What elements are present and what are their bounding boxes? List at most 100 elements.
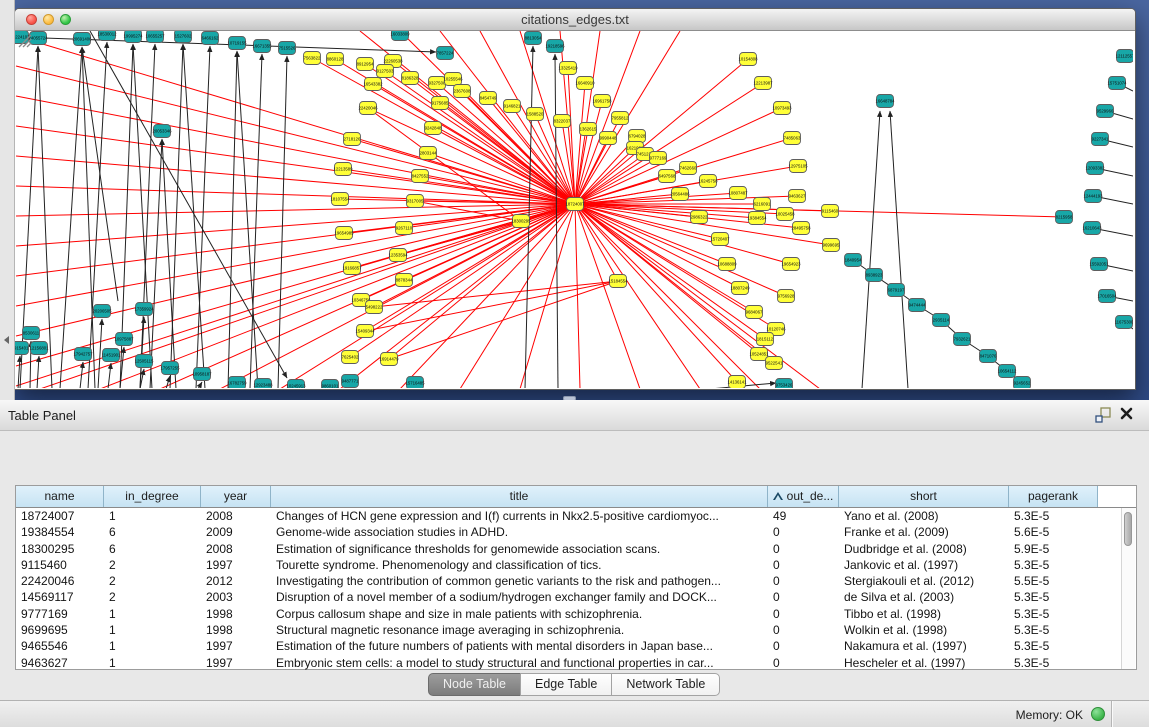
graph-node[interactable]: 7485063 [784, 132, 801, 145]
table-cell[interactable]: 5.3E-5 [1009, 557, 1098, 573]
graph-node[interactable]: 19654923 [781, 258, 801, 271]
memory-ok-icon[interactable] [1091, 707, 1105, 721]
table-cell[interactable]: Jankovic et al. (1997) [839, 557, 1009, 573]
table-cell[interactable]: Stergiakouli et al. (2012) [839, 573, 1009, 589]
graph-node[interactable]: 1527602 [175, 31, 192, 43]
graph-node[interactable]: 17942757 [73, 348, 93, 361]
graph-node[interactable]: 16543382 [363, 78, 383, 91]
table-cell[interactable]: Tibbo et al. (1998) [839, 606, 1009, 622]
table-cell[interactable]: Corpus callosum shape and size in male p… [271, 606, 768, 622]
graph-node[interactable]: 15716485 [405, 377, 425, 389]
graph-node[interactable]: 10655257 [145, 31, 165, 43]
table-cell[interactable]: Changes of HCN gene expression and I(f) … [271, 508, 768, 524]
table-cell[interactable]: 6 [104, 541, 201, 557]
graph-node[interactable]: 19166857 [342, 262, 362, 275]
graph-node[interactable]: 6216091 [754, 198, 771, 211]
table-cell[interactable]: 2003 [201, 589, 271, 605]
table-row[interactable]: 1938455462009Genome-wide association stu… [16, 524, 1136, 540]
graph-node[interactable]: 9753426 [776, 379, 793, 389]
graph-node[interactable]: 6497568 [659, 170, 676, 183]
graph-node[interactable]: 9227341 [1092, 133, 1109, 146]
citation-network-graph[interactable]: 2405572420691406185300121999527410655257… [15, 31, 1133, 388]
column-header-short[interactable]: short [839, 486, 1009, 507]
table-cell[interactable]: 9777169 [16, 606, 104, 622]
graph-node[interactable]: 19995274 [123, 31, 143, 43]
table-cell[interactable]: 5.3E-5 [1009, 638, 1098, 654]
table-cell[interactable]: Nakamura et al. (1997) [839, 638, 1009, 654]
graph-node[interactable]: 15720407 [710, 233, 730, 246]
table-cell[interactable]: 0 [768, 589, 839, 605]
graph-node[interactable]: 16782759 [227, 377, 247, 389]
graph-node[interactable]: 18724007 [565, 198, 585, 211]
graph-node[interactable]: 8813054 [525, 32, 542, 45]
table-cell[interactable]: 9115460 [16, 557, 104, 573]
table-cell[interactable]: 0 [768, 541, 839, 557]
table-cell[interactable]: 18724007 [16, 508, 104, 524]
table-row[interactable]: 1872400712008Changes of HCN gene express… [16, 508, 1136, 524]
graph-node[interactable]: 18300295 [511, 215, 531, 228]
graph-node[interactable]: 10807487 [728, 187, 748, 200]
graph-node[interactable]: 17016504 [1097, 290, 1117, 303]
table-cell[interactable]: 1 [104, 638, 201, 654]
graph-node[interactable]: 10688809 [717, 258, 737, 271]
graph-node[interactable]: 17359924 [134, 303, 154, 316]
graph-node[interactable]: 11451901 [102, 349, 121, 362]
graph-node[interactable]: 10154808 [738, 53, 758, 66]
graph-node[interactable]: 6794028 [629, 130, 646, 143]
graph-node[interactable]: 8322037 [554, 115, 571, 128]
graph-node[interactable]: 9317005 [407, 195, 424, 208]
table-cell[interactable]: 1 [104, 508, 201, 524]
graph-node[interactable]: 16640910 [575, 77, 595, 90]
table-cell[interactable]: 9465546 [16, 638, 104, 654]
table-cell[interactable]: de Silva et al. (2003) [839, 589, 1009, 605]
table-cell[interactable]: Estimation of significance thresholds fo… [271, 541, 768, 557]
graph-node[interactable]: 9990448 [600, 132, 617, 145]
table-cell[interactable]: 9699695 [16, 622, 104, 638]
table-row[interactable]: 911546021997Tourette syndrome. Phenomeno… [16, 557, 1136, 573]
table-cell[interactable]: 5.3E-5 [1009, 606, 1098, 622]
graph-node[interactable]: 8530611 [23, 327, 40, 340]
table-row[interactable]: 1830029562008Estimation of significance … [16, 541, 1136, 557]
close-panel-icon[interactable] [1119, 406, 1139, 424]
graph-node[interactable]: 12213589 [333, 163, 353, 176]
collapse-left-icon[interactable] [4, 336, 9, 344]
graph-node[interactable]: 16671355 [252, 40, 272, 53]
graph-node[interactable]: 9267110 [396, 222, 413, 235]
graph-node[interactable]: 9242848 [425, 122, 442, 135]
graph-node[interactable]: 7515526 [279, 42, 296, 55]
column-header-title[interactable]: title [271, 486, 768, 507]
table-cell[interactable]: Wolkin et al. (1998) [839, 622, 1009, 638]
tab-edge-table[interactable]: Edge Table [520, 673, 612, 696]
table-cell[interactable]: 5.9E-5 [1009, 541, 1098, 557]
table-cell[interactable]: 2008 [201, 541, 271, 557]
graph-node[interactable]: 9175685 [432, 97, 449, 110]
graph-node[interactable]: 10245913 [286, 380, 306, 389]
table-cell[interactable]: 5.3E-5 [1009, 508, 1098, 524]
table-cell[interactable]: 1998 [201, 606, 271, 622]
graph-node[interactable]: 20564486 [670, 188, 690, 201]
table-cell[interactable]: Disruption of a novel member of a sodium… [271, 589, 768, 605]
graph-node[interactable]: 16961758 [592, 95, 612, 108]
column-header-name[interactable]: name [16, 486, 104, 507]
graph-node[interactable]: 8938923 [866, 269, 883, 282]
table-cell[interactable]: 0 [768, 573, 839, 589]
table-cell[interactable]: 2 [104, 573, 201, 589]
graph-node[interactable]: 1840954 [845, 254, 862, 267]
table-cell[interactable]: 5.3E-5 [1009, 622, 1098, 638]
graph-node[interactable]: 10975887 [114, 333, 134, 346]
graph-node[interactable]: 19218596 [545, 40, 565, 53]
graph-node[interactable]: 8860128 [327, 53, 344, 66]
graph-node[interactable]: 12444193 [1083, 190, 1103, 203]
graph-node[interactable]: 1588520 [527, 108, 544, 121]
table-cell[interactable]: 1997 [201, 638, 271, 654]
scrollbar-thumb[interactable] [1124, 512, 1132, 546]
graph-node[interactable]: 9127503 [377, 65, 394, 78]
table-row[interactable]: 946554611997Estimation of the future num… [16, 638, 1136, 654]
graph-node[interactable]: 15592051 [1089, 258, 1109, 271]
column-header-out-de-[interactable]: out_de... [768, 486, 839, 507]
network-canvas[interactable]: 2405572420691406185300121999527410655257… [15, 31, 1133, 388]
table-cell[interactable]: 1997 [201, 557, 271, 573]
column-header-year[interactable]: year [201, 486, 271, 507]
table-cell[interactable]: Investigating the contribution of common… [271, 573, 768, 589]
graph-node[interactable]: 9699695 [823, 239, 840, 252]
